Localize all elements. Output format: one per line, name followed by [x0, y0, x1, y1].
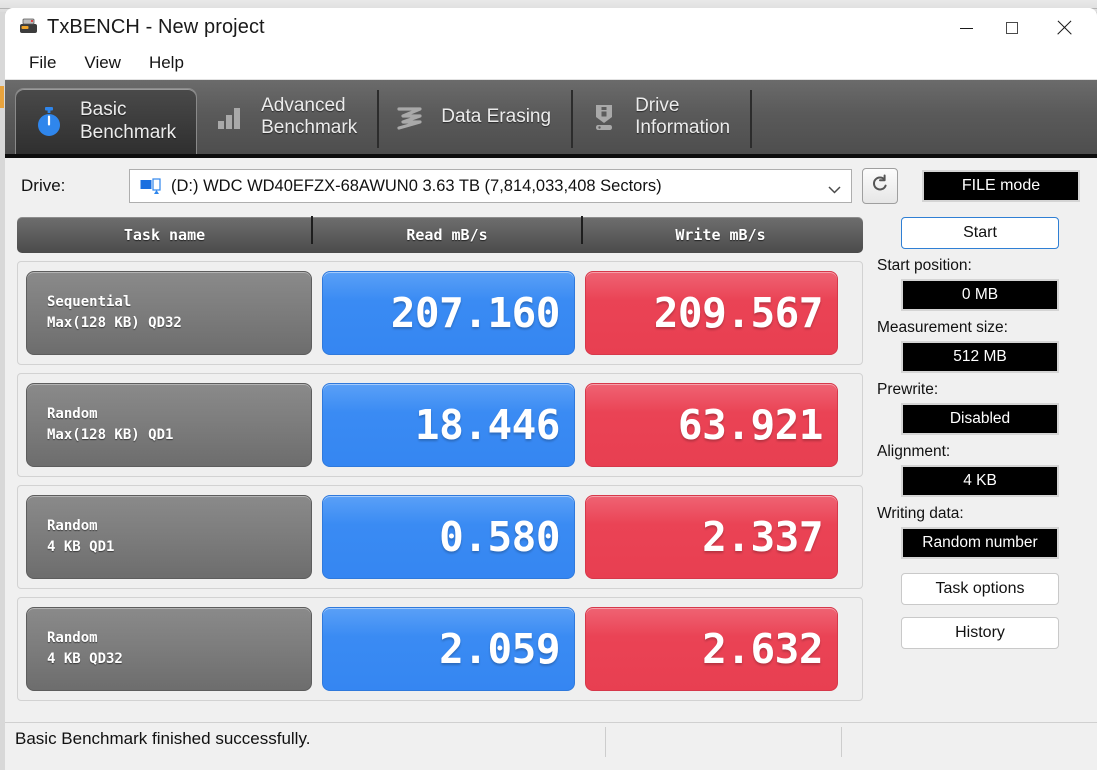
task-name-cell[interactable]: Random 4 KB QD1 — [26, 495, 312, 579]
tab-label-advanced-benchmark: Advanced Benchmark — [261, 95, 357, 140]
maximize-icon — [1006, 22, 1018, 34]
tab-data-erasing[interactable]: Data Erasing — [377, 80, 571, 154]
tab-label-basic-benchmark: Basic Benchmark — [80, 99, 176, 144]
spacer — [875, 559, 1085, 573]
writing-data-value[interactable]: Random number — [901, 527, 1059, 559]
table-row: Random 4 KB QD32 2.059 2.632 — [17, 597, 863, 701]
write-value-cell: 2.337 — [585, 495, 838, 579]
eraser-wave-icon — [393, 100, 427, 134]
write-value-cell: 63.921 — [585, 383, 838, 467]
tab-drive-information[interactable]: Drive Information — [571, 80, 750, 154]
drive-info-icon — [587, 100, 621, 134]
results-table: Task name Read mB/s Write mB/s Sequentia… — [17, 214, 863, 722]
task-name-line-2: 4 KB QD32 — [47, 649, 311, 670]
task-name-cell[interactable]: Random Max(128 KB) QD1 — [26, 383, 312, 467]
file-mode-badge[interactable]: FILE mode — [922, 170, 1080, 202]
main-content: Task name Read mB/s Write mB/s Sequentia… — [5, 214, 1097, 722]
drive-selected-text: (D:) WDC WD40EFZX-68AWUN0 3.63 TB (7,814… — [171, 177, 662, 196]
write-value-cell: 2.632 — [585, 607, 838, 691]
writing-data-label: Writing data: — [877, 505, 1085, 523]
history-button[interactable]: History — [901, 617, 1059, 649]
title-bar: TxBENCH - New project — [5, 8, 1097, 48]
measurement-size-value[interactable]: 512 MB — [901, 341, 1059, 373]
tab-label-data-erasing: Data Erasing — [441, 106, 551, 128]
start-position-value[interactable]: 0 MB — [901, 279, 1059, 311]
write-value-cell: 209.567 — [585, 271, 838, 355]
menu-item-help[interactable]: Help — [137, 52, 196, 75]
close-button[interactable] — [1041, 8, 1087, 48]
prewrite-value[interactable]: Disabled — [901, 403, 1059, 435]
menu-item-file[interactable]: File — [17, 52, 68, 75]
column-header-task-name: Task name — [17, 226, 312, 244]
chevron-down-icon — [828, 181, 841, 189]
measurement-size-label: Measurement size: — [877, 319, 1085, 337]
drive-select[interactable]: (D:) WDC WD40EFZX-68AWUN0 3.63 TB (7,814… — [129, 169, 852, 203]
stopwatch-icon — [32, 105, 66, 139]
table-row: Random Max(128 KB) QD1 18.446 63.921 — [17, 373, 863, 477]
tab-advanced-benchmark[interactable]: Advanced Benchmark — [197, 80, 377, 154]
minimize-icon — [960, 28, 973, 29]
tab-label-drive-information: Drive Information — [635, 95, 730, 140]
status-message: Basic Benchmark finished successfully. — [15, 729, 310, 749]
close-icon — [1056, 20, 1072, 36]
task-name-line-1: Random — [47, 404, 311, 425]
task-name-line-2: Max(128 KB) QD1 — [47, 425, 311, 446]
task-name-line-1: Random — [47, 628, 311, 649]
refresh-drive-button[interactable] — [862, 168, 898, 204]
start-button[interactable]: Start — [901, 217, 1059, 249]
column-header-read: Read mB/s — [312, 226, 582, 244]
prewrite-label: Prewrite: — [877, 381, 1085, 399]
maximize-button[interactable] — [989, 8, 1035, 48]
start-position-label: Start position: — [877, 257, 1085, 275]
drive-label: Drive: — [21, 176, 129, 196]
read-value-cell: 2.059 — [322, 607, 575, 691]
tab-bar: Basic Benchmark Advanced Benchmark Data … — [5, 80, 1097, 158]
hard-disk-icon — [140, 178, 162, 195]
desktop-orange-marker — [0, 86, 4, 108]
task-name-cell[interactable]: Sequential Max(128 KB) QD32 — [26, 271, 312, 355]
refresh-icon — [869, 173, 891, 200]
read-value-cell: 18.446 — [322, 383, 575, 467]
tab-bar-endcap — [750, 80, 764, 154]
drive-icon — [19, 18, 39, 36]
table-header-row: Task name Read mB/s Write mB/s — [17, 217, 863, 253]
table-row: Random 4 KB QD1 0.580 2.337 — [17, 485, 863, 589]
task-name-line-2: 4 KB QD1 — [47, 537, 311, 558]
bar-chart-icon — [213, 100, 247, 134]
alignment-value[interactable]: 4 KB — [901, 465, 1059, 497]
app-window: TxBENCH - New project File View Help — [5, 8, 1097, 770]
status-separator — [841, 727, 842, 757]
minimize-button[interactable] — [943, 8, 989, 48]
menu-bar: File View Help — [5, 48, 1097, 80]
task-name-cell[interactable]: Random 4 KB QD32 — [26, 607, 312, 691]
control-panel: Start Start position: 0 MB Measurement s… — [863, 214, 1085, 722]
status-separator — [605, 727, 606, 757]
task-options-button[interactable]: Task options — [901, 573, 1059, 605]
task-name-line-2: Max(128 KB) QD32 — [47, 313, 311, 334]
menu-item-view[interactable]: View — [72, 52, 133, 75]
spacer — [875, 605, 1085, 617]
read-value-cell: 207.160 — [322, 271, 575, 355]
tab-basic-benchmark[interactable]: Basic Benchmark — [15, 88, 197, 154]
drive-selection-row: Drive: (D:) WDC WD40EFZX-68AWUN0 3.63 TB… — [5, 158, 1097, 214]
status-bar: Basic Benchmark finished successfully. — [5, 722, 1097, 758]
column-header-write: Write mB/s — [582, 226, 859, 244]
alignment-label: Alignment: — [877, 443, 1085, 461]
task-name-line-1: Random — [47, 516, 311, 537]
window-title: TxBENCH - New project — [47, 16, 265, 39]
read-value-cell: 0.580 — [322, 495, 575, 579]
table-row: Sequential Max(128 KB) QD32 207.160 209.… — [17, 261, 863, 365]
task-name-line-1: Sequential — [47, 292, 311, 313]
